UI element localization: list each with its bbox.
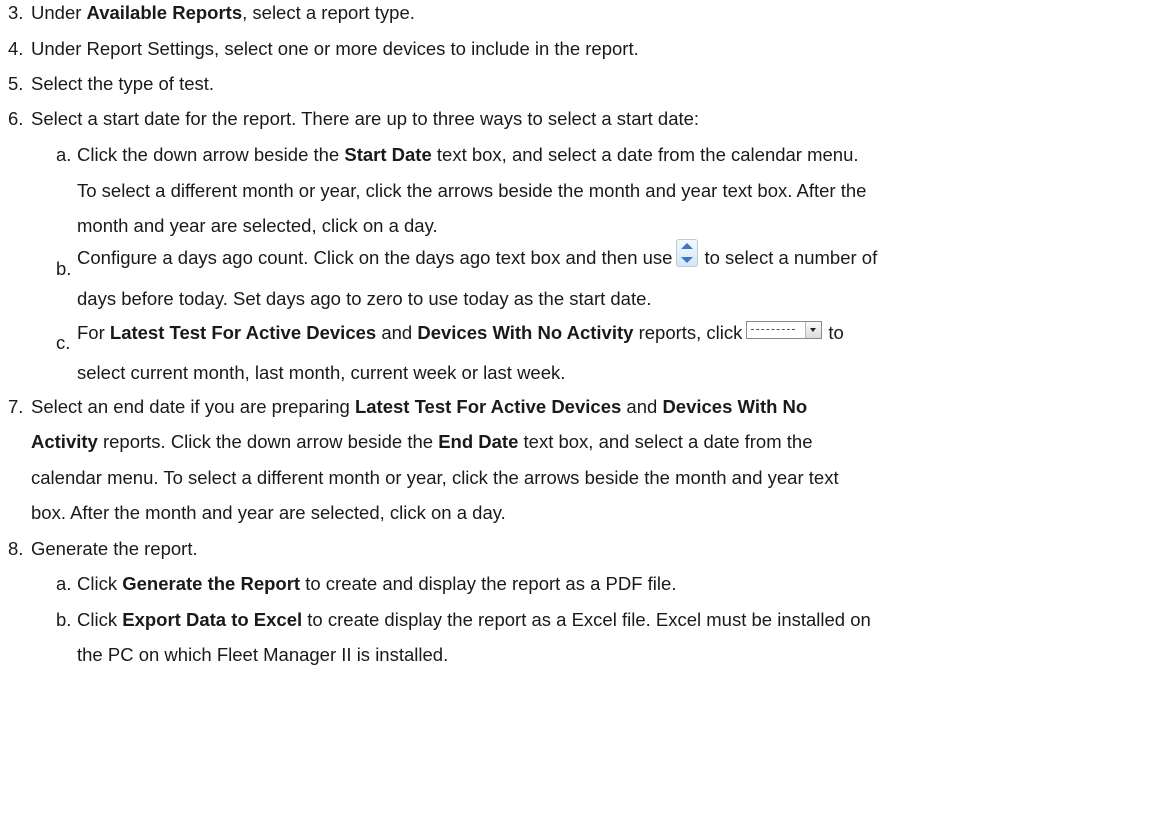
substep-letter: a. [56,573,72,594]
step-number: 3. [8,2,24,23]
step-3-text: Under Available Reports, select a report… [31,2,415,23]
step-number: 8. [8,538,24,559]
step-6a-line-2: To select a different month or year, cli… [77,180,867,201]
step-8-text: Generate the report. [31,538,198,559]
step-number: 5. [8,73,24,94]
step-7-line-2: Activity reports. Click the down arrow b… [31,431,813,452]
step-6c-line-2: select current month, last month, curren… [77,362,566,383]
step-6a-line-1: Click the down arrow beside the Start Da… [77,144,859,165]
step-6b-line-1: Configure a days ago count. Click on the… [77,239,877,273]
step-number: 7. [8,396,24,417]
step-7-line-3: calendar menu. To select a different mon… [31,467,839,488]
substep-letter: a. [56,144,72,165]
step-4-text: Under Report Settings, select one or mor… [31,38,639,59]
spin-arrows-icon [676,239,699,268]
step-7-line-1: Select an end date if you are preparing … [31,396,808,417]
step-8a-text: Click Generate the Report to create and … [77,573,677,594]
step-6-text: Select a start date for the report. Ther… [31,108,700,129]
substep-letter: b. [56,609,72,630]
step-7-line-4: box. After the month and year are select… [31,502,506,523]
step-5-text: Select the type of test. [31,73,215,94]
step-6b-line-2: days before today. Set days ago to zero … [77,288,652,309]
dropdown-select-icon [746,321,823,340]
step-number: 6. [8,108,24,129]
step-number: 4. [8,38,24,59]
step-6a-line-3: month and year are selected, click on a … [77,215,438,236]
substep-letter: b. [56,258,72,279]
step-6c-line-1: For Latest Test For Active Devices and D… [77,321,844,343]
substep-letter: c. [56,332,71,353]
step-8b-line-2: the PC on which Fleet Manager II is inst… [77,644,449,665]
step-8b-line-1: Click Export Data to Excel to create dis… [77,609,871,630]
